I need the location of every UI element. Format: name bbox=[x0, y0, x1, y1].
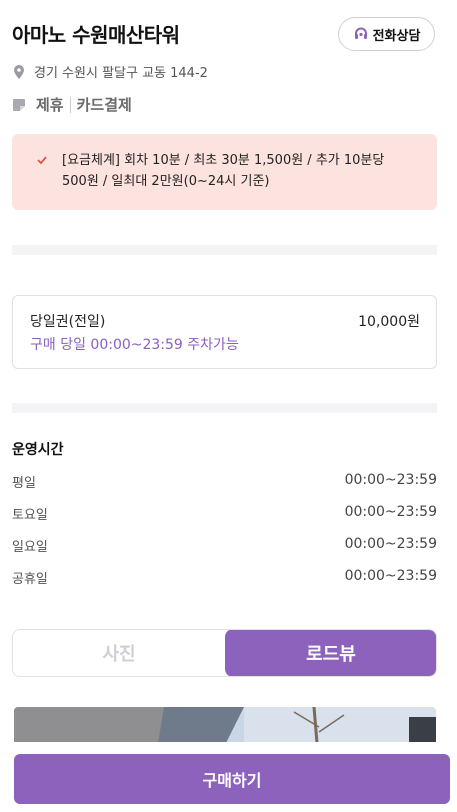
headset-icon bbox=[354, 27, 367, 39]
hours-day: 일요일 bbox=[12, 540, 48, 555]
hours-row: 공휴일 00:00~23:59 bbox=[12, 568, 437, 587]
section-divider bbox=[12, 403, 437, 413]
tag-card-payment: 카드결제 bbox=[76, 96, 132, 114]
hours-row: 토요일 00:00~23:59 bbox=[12, 504, 437, 523]
hours-day: 평일 bbox=[12, 476, 36, 491]
call-consult-label: 전화상담 bbox=[372, 28, 421, 44]
address-text: 경기 수원시 팔달구 교동 144-2 bbox=[34, 66, 208, 81]
hours-day: 토요일 bbox=[12, 508, 48, 523]
tag-divider bbox=[69, 96, 71, 113]
hours-row: 평일 00:00~23:59 bbox=[12, 472, 437, 491]
address-row: 경기 수원시 팔달구 교동 144-2 bbox=[12, 62, 208, 81]
check-icon bbox=[37, 156, 47, 165]
fee-notice-line-1: [요금체계] 회차 10분 / 최초 30분 1,500원 / 추가 10분당 bbox=[62, 153, 385, 168]
call-consult-button[interactable]: 전화상담 bbox=[338, 17, 435, 51]
buy-button[interactable]: 구매하기 bbox=[14, 754, 450, 804]
hours-time: 00:00~23:59 bbox=[344, 568, 437, 584]
hours-row: 일요일 00:00~23:59 bbox=[12, 536, 437, 555]
hours-time: 00:00~23:59 bbox=[344, 536, 437, 552]
hours-time: 00:00~23:59 bbox=[344, 504, 437, 520]
hours-day: 공휴일 bbox=[12, 572, 48, 587]
ticket-price: 10,000원 bbox=[358, 314, 420, 330]
tag-partner: 제휴 bbox=[36, 96, 64, 114]
tag-icon bbox=[13, 98, 25, 111]
section-divider bbox=[12, 245, 437, 255]
ticket-name: 당일권(전일) bbox=[30, 314, 106, 330]
tags-row: 제휴 카드결제 bbox=[12, 94, 132, 115]
tab-roadview[interactable]: 로드뷰 bbox=[225, 630, 436, 676]
fee-notice-text: [요금체계] 회차 10분 / 최초 30분 1,500원 / 추가 10분당 … bbox=[62, 150, 384, 210]
fee-notice-line-2: 500원 / 일최대 2만원(0~24시 기준) bbox=[62, 174, 270, 189]
page-title: 아마노 수원매산타워 bbox=[12, 23, 180, 47]
hours-time: 00:00~23:59 bbox=[344, 472, 437, 488]
media-tab-switch: 사진 로드뷰 bbox=[12, 629, 437, 677]
tab-photo[interactable]: 사진 bbox=[13, 630, 225, 676]
ticket-card[interactable]: 당일권(전일) 10,000원 구매 당일 00:00~23:59 주차가능 bbox=[12, 295, 437, 369]
operating-hours-title: 운영시간 bbox=[12, 442, 64, 458]
ticket-description: 구매 당일 00:00~23:59 주차가능 bbox=[30, 337, 239, 353]
fee-notice: [요금체계] 회차 10분 / 최초 30분 1,500원 / 추가 10분당 … bbox=[12, 134, 437, 210]
location-pin-icon bbox=[14, 64, 24, 79]
